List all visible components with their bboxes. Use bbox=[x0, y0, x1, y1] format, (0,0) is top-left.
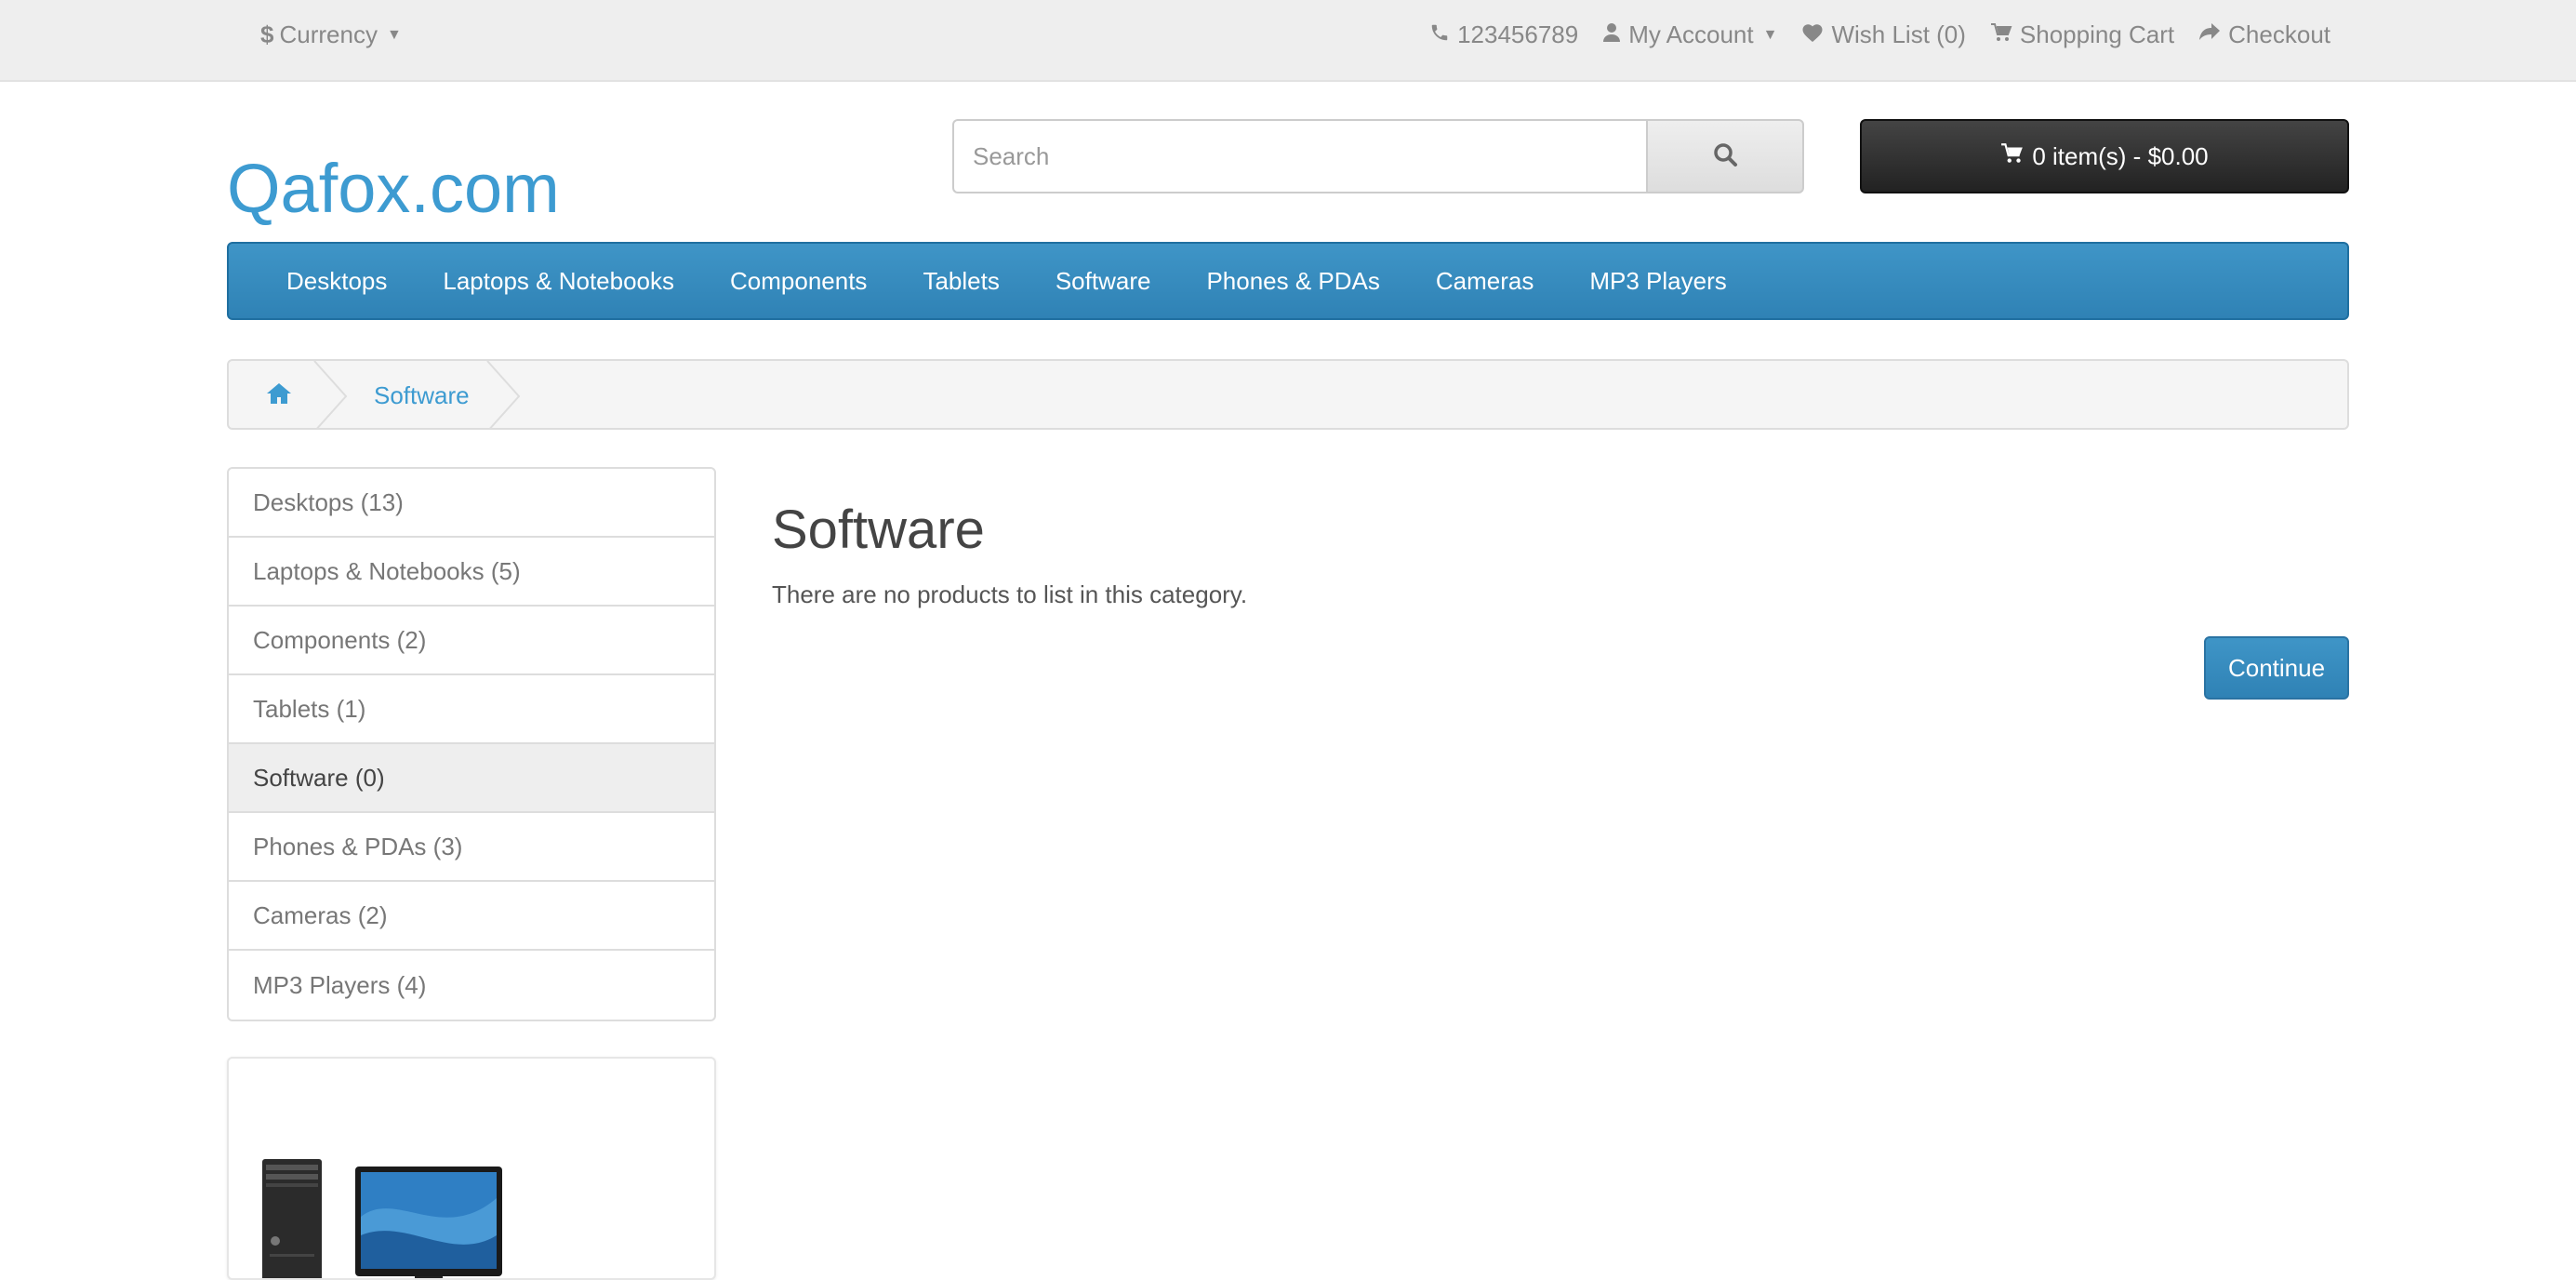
cart-summary-text: 0 item(s) - $0.00 bbox=[2032, 141, 2209, 170]
continue-button[interactable]: Continue bbox=[2204, 636, 2349, 700]
menu-item-laptops-notebooks[interactable]: Laptops & Notebooks bbox=[443, 267, 674, 296]
menu-item-phones-pdas[interactable]: Phones & PDAs bbox=[1206, 267, 1379, 296]
search-bar bbox=[952, 119, 1804, 193]
breadcrumb-software-link[interactable]: Software bbox=[374, 381, 470, 410]
home-icon[interactable] bbox=[266, 381, 292, 410]
site-logo[interactable]: Qafox.com bbox=[227, 149, 560, 228]
desktop-computer-image bbox=[262, 1159, 502, 1278]
my-account-dropdown[interactable]: My Account ▼ bbox=[1602, 20, 1777, 49]
checkout-link[interactable]: Checkout bbox=[2198, 20, 2330, 49]
category-item-laptops-notebooks[interactable]: Laptops & Notebooks (5) bbox=[229, 538, 714, 607]
category-item-mp3-players[interactable]: MP3 Players (4) bbox=[229, 951, 714, 1020]
cart-icon bbox=[1990, 20, 2012, 49]
category-item-cameras[interactable]: Cameras (2) bbox=[229, 882, 714, 951]
breadcrumb-separator bbox=[486, 361, 521, 428]
empty-category-message: There are no products to list in this ca… bbox=[772, 580, 1248, 608]
phone-number: 123456789 bbox=[1457, 20, 1579, 48]
menu-item-cameras[interactable]: Cameras bbox=[1436, 267, 1534, 296]
breadcrumb-separator bbox=[313, 361, 348, 428]
cart-summary-button[interactable]: 0 item(s) - $0.00 bbox=[1860, 119, 2349, 193]
search-input[interactable] bbox=[952, 119, 1646, 193]
menu-item-desktops[interactable]: Desktops bbox=[286, 267, 387, 296]
dollar-icon: $ bbox=[260, 20, 274, 48]
menu-item-software[interactable]: Software bbox=[1056, 267, 1151, 296]
top-bar: $ Currency ▼ 123456789 My Account ▼ Wish… bbox=[0, 0, 2576, 82]
caret-down-icon: ▼ bbox=[386, 26, 402, 43]
category-item-components[interactable]: Components (2) bbox=[229, 607, 714, 675]
category-item-tablets[interactable]: Tablets (1) bbox=[229, 675, 714, 744]
category-item-desktops[interactable]: Desktops (13) bbox=[229, 469, 714, 538]
promo-banner[interactable] bbox=[227, 1057, 716, 1280]
search-button[interactable] bbox=[1646, 119, 1804, 193]
checkout-label: Checkout bbox=[2228, 20, 2330, 48]
wish-list-link[interactable]: Wish List (0) bbox=[1801, 20, 1966, 49]
currency-label: Currency bbox=[279, 20, 378, 48]
category-list: Desktops (13) Laptops & Notebooks (5) Co… bbox=[227, 467, 716, 1021]
category-item-phones-pdas[interactable]: Phones & PDAs (3) bbox=[229, 813, 714, 882]
user-icon bbox=[1602, 20, 1621, 49]
shopping-cart-link[interactable]: Shopping Cart bbox=[1990, 20, 2174, 49]
menu-item-mp3-players[interactable]: MP3 Players bbox=[1589, 267, 1726, 296]
caret-down-icon: ▼ bbox=[1762, 26, 1778, 43]
currency-dropdown[interactable]: $ Currency ▼ bbox=[260, 20, 402, 49]
phone-icon bbox=[1429, 20, 1450, 49]
main-menu: Desktops Laptops & Notebooks Components … bbox=[227, 242, 2349, 320]
page-title: Software bbox=[772, 500, 985, 560]
shopping-cart-label: Shopping Cart bbox=[2019, 20, 2175, 48]
wish-list-label: Wish List (0) bbox=[1831, 20, 1966, 48]
breadcrumb: Software bbox=[227, 359, 2349, 430]
search-icon bbox=[1712, 141, 1738, 172]
menu-item-components[interactable]: Components bbox=[730, 267, 867, 296]
top-links: 123456789 My Account ▼ Wish List (0) Sho… bbox=[1429, 20, 2330, 49]
menu-item-tablets[interactable]: Tablets bbox=[923, 267, 999, 296]
my-account-label: My Account bbox=[1628, 20, 1754, 48]
heart-icon bbox=[1801, 20, 1824, 49]
category-item-software[interactable]: Software (0) bbox=[229, 744, 714, 813]
phone-link[interactable]: 123456789 bbox=[1429, 20, 1578, 49]
cart-icon bbox=[2000, 142, 2025, 171]
share-icon bbox=[2198, 20, 2221, 49]
